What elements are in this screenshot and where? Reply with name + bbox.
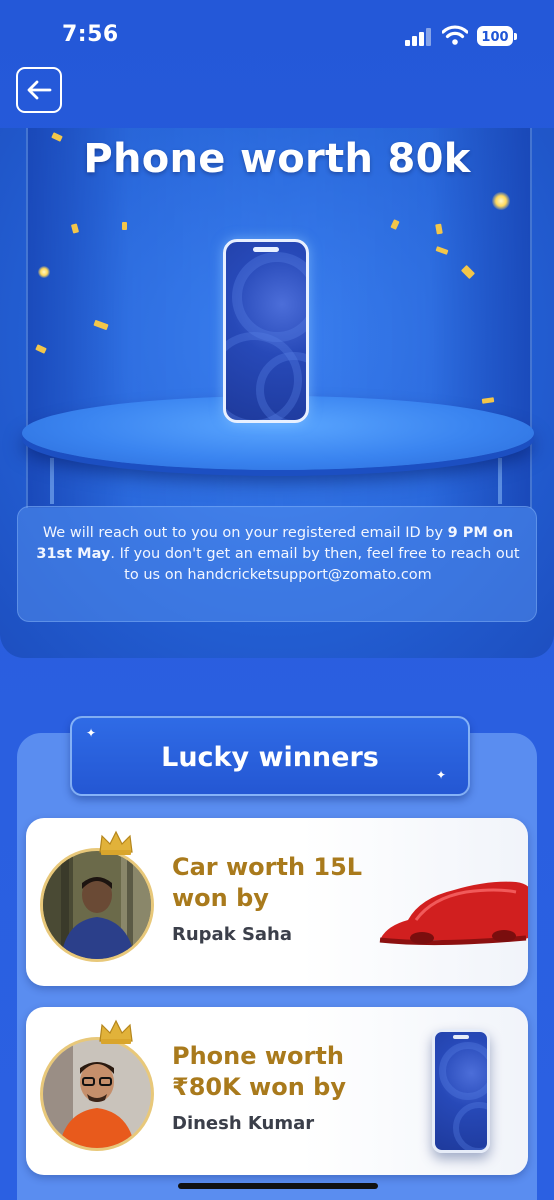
crown-icon: [99, 830, 133, 855]
info-message-box: We will reach out to you on your registe…: [17, 506, 537, 622]
winner-name: Rupak Saha: [172, 924, 293, 945]
prize-hero: Phone worth 80k We will reach out to you…: [0, 128, 554, 658]
sparkle-icon: ✦: [86, 726, 97, 740]
crown-icon: [99, 1019, 133, 1044]
winner-card-car: Car worth 15L won by Rupak Saha: [26, 818, 528, 986]
support-email[interactable]: handcricketsupport@zomato.com: [187, 567, 431, 583]
prize-text: Car worth 15L won by: [172, 852, 362, 914]
winner-name: Dinesh Kumar: [172, 1113, 315, 1134]
battery-level: 100: [481, 30, 509, 45]
winners-header: ✦ ✦ Lucky winners: [70, 716, 470, 796]
avatar-ring: [40, 848, 154, 962]
signal-icon: [405, 28, 431, 46]
status-bar: 7:56 100: [0, 0, 554, 70]
prize-line-2: ₹80K won by: [172, 1073, 346, 1101]
avatar: [43, 1040, 151, 1148]
avatar-ring: [40, 1037, 154, 1151]
avatar: [43, 851, 151, 959]
prize-line-1: Phone worth: [172, 1042, 344, 1070]
info-text-1: We will reach out to you on your registe…: [42, 525, 444, 541]
home-indicator[interactable]: [178, 1183, 378, 1189]
prize-line-1: Car worth 15L: [172, 853, 363, 881]
wifi-icon: [442, 25, 468, 45]
status-time: 7:56: [62, 22, 119, 47]
phone-prize-image: [432, 1029, 490, 1153]
prize-line-2: won by: [172, 884, 269, 912]
winners-title: Lucky winners: [161, 742, 379, 773]
info-message: We will reach out to you on your registe…: [34, 523, 522, 586]
prize-title: Phone worth 80k: [83, 136, 471, 182]
phone-prize-image: [223, 239, 309, 423]
prize-text: Phone worth ₹80K won by: [172, 1041, 346, 1103]
back-button[interactable]: [16, 67, 62, 113]
winner-card-phone: Phone worth ₹80K won by Dinesh Kumar: [26, 1007, 528, 1175]
battery-icon: 100: [477, 26, 517, 46]
back-arrow-icon: [27, 80, 52, 100]
case-pillar-right: [498, 458, 502, 504]
case-pillar-left: [50, 458, 54, 504]
car-prize-image: [379, 881, 528, 946]
